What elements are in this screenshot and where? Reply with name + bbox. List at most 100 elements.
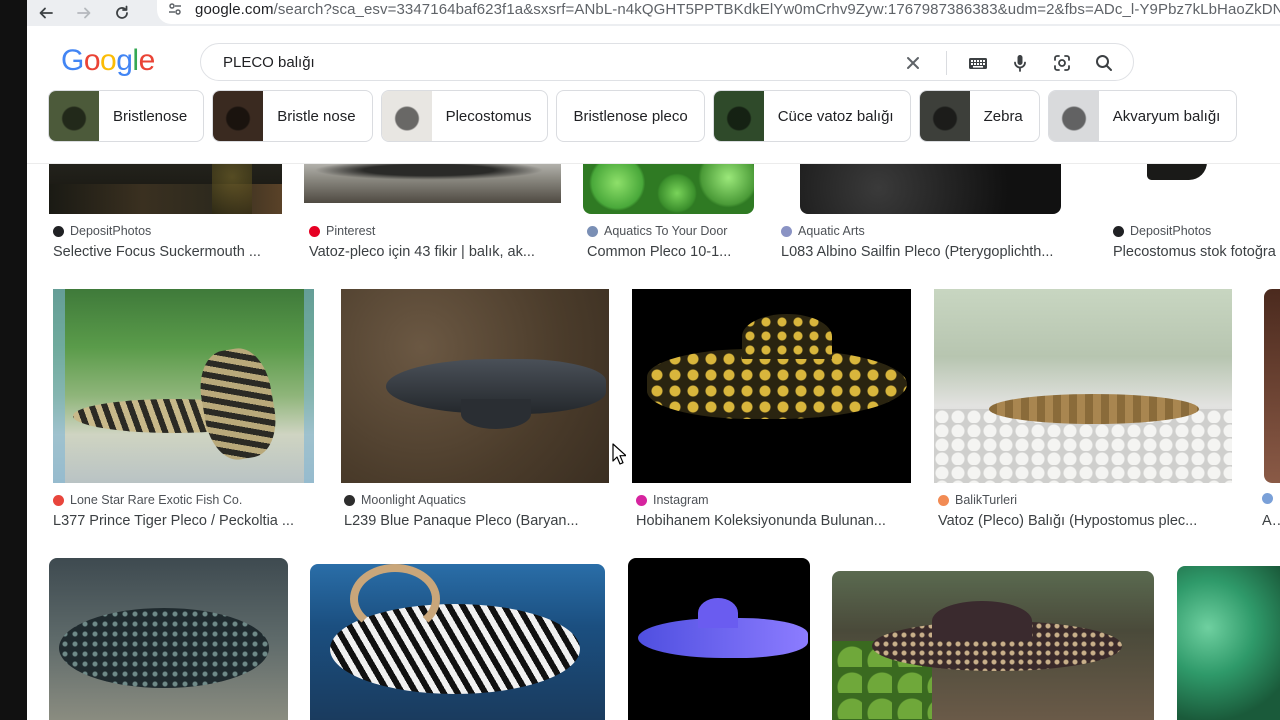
result-image-2-5[interactable]: [1264, 289, 1280, 483]
related-chip[interactable]: Bristlenose pleco: [556, 90, 705, 142]
site-info-icon[interactable]: [167, 1, 183, 17]
search-box: [200, 43, 1134, 81]
result-title[interactable]: L377 Prince Tiger Pleco / Peckoltia ...: [53, 513, 318, 529]
result-title[interactable]: Vatoz-pleco için 43 fikir | balık, ak...: [309, 244, 569, 260]
arrow-left-icon: [39, 7, 53, 19]
search-button[interactable]: [1093, 52, 1115, 74]
result-image-1-4[interactable]: [800, 162, 1061, 214]
google-header: Google Bris: [27, 26, 1280, 164]
source-name: Lone Star Rare Exotic Fish Co.: [70, 493, 243, 507]
result-image-3-2[interactable]: [310, 564, 605, 720]
keyboard-button[interactable]: [967, 52, 989, 74]
result-title[interactable]: Selective Focus Suckermouth ...: [53, 244, 283, 260]
source-name: Moonlight Aquatics: [361, 493, 466, 507]
result-image-1-3[interactable]: [583, 162, 754, 214]
forward-button[interactable]: [65, 0, 103, 26]
result-image-2-3[interactable]: [632, 289, 911, 483]
logo-letter: g: [116, 44, 133, 77]
left-edge-bar: [0, 0, 27, 720]
related-chip[interactable]: Bristlenose: [48, 90, 205, 142]
result-source[interactable]: Aquatics To Your Door: [587, 224, 727, 238]
chip-thumbnail: [49, 91, 99, 141]
source-name: Aquatic Arts: [798, 224, 865, 238]
result-source[interactable]: Lone Star Rare Exotic Fish Co.: [53, 493, 242, 507]
related-chip[interactable]: Bristle nose: [212, 90, 373, 142]
site-favicon-icon: [587, 225, 598, 237]
source-name: BalikTurleri: [955, 493, 1018, 507]
url-text: google.com/search?sca_esv=3347164baf623f…: [195, 1, 1280, 18]
result-source[interactable]: DepositPhotos: [1113, 224, 1211, 238]
voice-search-button[interactable]: [1009, 52, 1031, 74]
microphone-icon: [1014, 55, 1026, 72]
url-host: google.com: [195, 0, 274, 18]
result-title[interactable]: L083 Albino Sailfin Pleco (Pterygoplicht…: [781, 244, 1091, 260]
result-image-3-5[interactable]: [1177, 566, 1280, 720]
url-path: /search?sca_esv=3347164baf623f1a&sxsrf=A…: [273, 0, 1280, 18]
site-favicon-icon: [938, 494, 949, 506]
result-image-2-4[interactable]: [934, 289, 1232, 483]
chip-label: Akvaryum balığı: [1112, 107, 1221, 125]
result-title[interactable]: Common Pleco 10-1...: [587, 244, 762, 260]
camera-lens-icon: [1054, 55, 1070, 71]
related-chip[interactable]: Akvaryum balığı: [1047, 90, 1238, 142]
related-chip[interactable]: Cüce vatoz balığı: [712, 90, 911, 142]
related-chip[interactable]: Zebra: [918, 90, 1040, 142]
chip-label: Plecostomus: [445, 107, 532, 125]
reload-button[interactable]: [103, 0, 141, 26]
result-title[interactable]: Hobihanem Koleksiyonunda Bulunan...: [636, 513, 916, 529]
address-bar[interactable]: google.com/search?sca_esv=3347164baf623f…: [157, 0, 1280, 24]
logo-letter: e: [138, 44, 156, 77]
chip-thumbnail: [1048, 91, 1099, 141]
related-chip[interactable]: Plecostomus: [380, 90, 549, 142]
google-logo[interactable]: Google: [61, 44, 155, 78]
result-source[interactable]: BalikTurleri: [938, 493, 1017, 507]
browser-toolbar: google.com/search?sca_esv=3347164baf623f…: [27, 0, 1280, 26]
result-image-3-4[interactable]: [832, 571, 1154, 720]
source-name: Aquatics To Your Door: [604, 224, 728, 238]
result-source[interactable]: Aquatic Arts: [781, 224, 865, 238]
result-image-3-1[interactable]: [49, 558, 288, 720]
source-name: DepositPhotos: [70, 224, 152, 238]
close-icon: [907, 57, 919, 69]
site-favicon-icon: [53, 494, 64, 506]
search-icon: [1096, 55, 1112, 71]
search-input[interactable]: [223, 53, 883, 71]
related-search-chips: Bristlenose Bristle nose Plecostomus Bristl…: [48, 90, 1238, 144]
logo-letter: G: [61, 44, 84, 77]
site-favicon-icon: [636, 494, 647, 506]
result-title[interactable]: Vatoz (Pleco) Balığı (Hypostomus plec...: [938, 513, 1238, 529]
result-title[interactable]: Plecostomus stok fotoğra: [1113, 244, 1280, 260]
chip-label: Bristlenose: [113, 107, 188, 125]
result-source[interactable]: Pinterest: [309, 224, 375, 238]
result-title[interactable]: L239 Blue Panaque Pleco (Baryan...: [344, 513, 614, 529]
result-image-2-1[interactable]: [53, 289, 314, 483]
logo-letter: o: [100, 44, 117, 77]
result-source[interactable]: [1262, 493, 1279, 504]
result-title[interactable]: Alb: [1262, 513, 1280, 529]
lens-search-button[interactable]: [1051, 52, 1073, 74]
screen: google.com/search?sca_esv=3347164baf623f…: [0, 0, 1280, 720]
result-source[interactable]: DepositPhotos: [53, 224, 151, 238]
site-favicon-icon: [1113, 225, 1124, 237]
chip-label: Cüce vatoz balığı: [777, 107, 894, 125]
arrow-right-icon: [77, 7, 91, 19]
result-image-1-5[interactable]: [1107, 162, 1280, 214]
clear-search-button[interactable]: [902, 52, 924, 74]
chip-thumbnail: [919, 91, 970, 141]
site-favicon-icon: [344, 494, 355, 506]
back-button[interactable]: [27, 0, 65, 26]
result-source[interactable]: Moonlight Aquatics: [344, 493, 466, 507]
result-image-2-2[interactable]: [341, 289, 609, 483]
result-image-3-3[interactable]: [628, 558, 810, 720]
chip-thumbnail: [713, 91, 764, 141]
site-favicon-icon: [309, 225, 320, 237]
keyboard-icon: [969, 58, 987, 69]
site-favicon-icon: [53, 225, 64, 237]
result-source[interactable]: Instagram: [636, 493, 709, 507]
search-divider: [946, 51, 947, 75]
chip-label: Bristlenose pleco: [573, 107, 688, 125]
reload-icon: [116, 5, 128, 19]
logo-letter: o: [83, 44, 101, 77]
chip-label: Zebra: [983, 107, 1023, 125]
site-favicon-icon: [1262, 493, 1273, 504]
